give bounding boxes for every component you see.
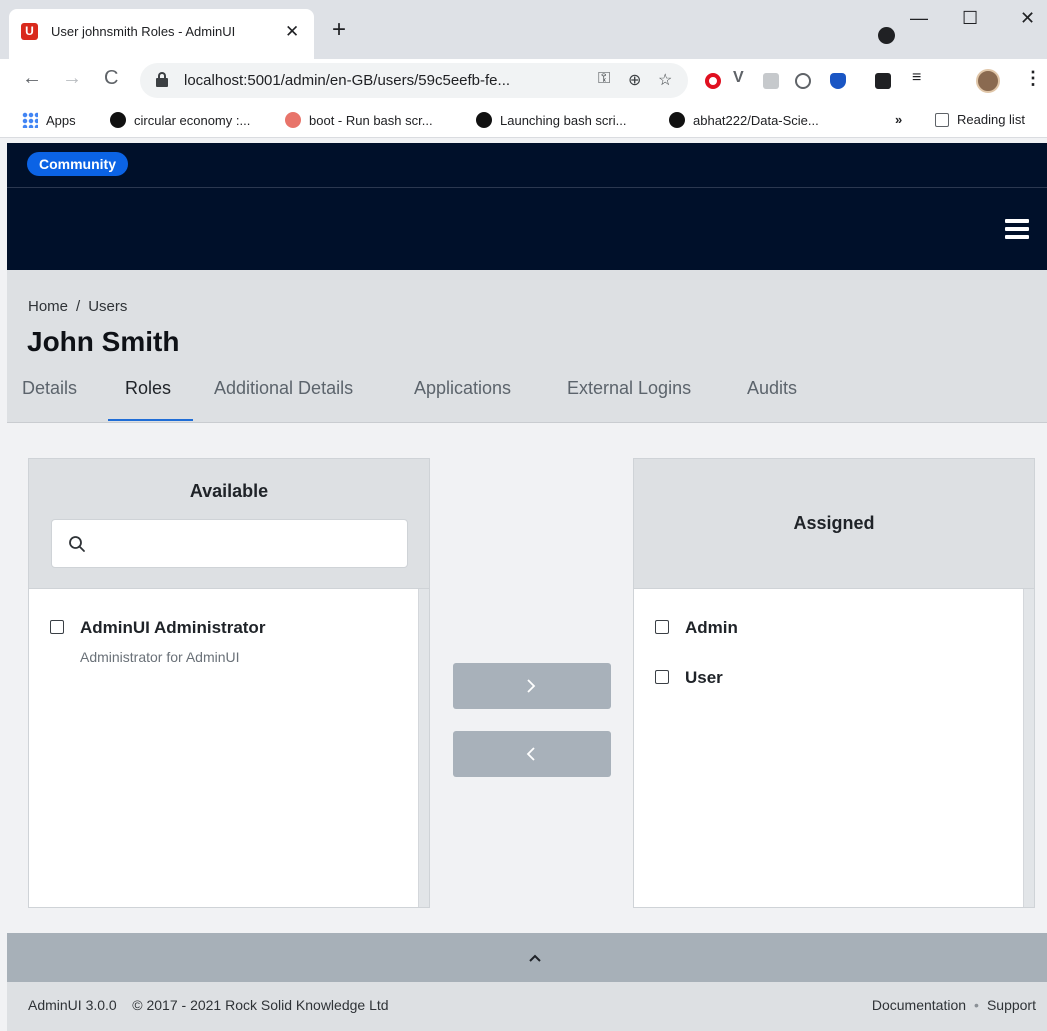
app-topbar: Community bbox=[7, 143, 1047, 188]
extension-icon[interactable] bbox=[795, 73, 811, 89]
opera-extension-icon[interactable] bbox=[705, 73, 721, 89]
assigned-roles-panel: Assigned Admin User bbox=[633, 458, 1035, 908]
role-label: User bbox=[685, 668, 723, 687]
breadcrumb-users-link[interactable]: Users bbox=[88, 298, 127, 315]
browser-toolbar: ← → C localhost:5001/admin/en-GB/users/5… bbox=[0, 59, 1047, 102]
minimize-button[interactable]: — bbox=[910, 8, 928, 29]
assigned-panel-header: Assigned bbox=[634, 459, 1034, 589]
vue-devtools-icon[interactable]: V bbox=[733, 69, 749, 86]
back-arrow-icon[interactable]: ← bbox=[22, 67, 42, 90]
tab-roles[interactable]: Roles bbox=[125, 378, 171, 399]
role-description: Administrator for AdminUI bbox=[80, 649, 240, 665]
reading-mode-icon[interactable]: ≡ bbox=[912, 69, 928, 86]
page-header: Home / Users John Smith Details Roles Addi… bbox=[7, 270, 1047, 423]
close-window-button[interactable]: ✕ bbox=[1020, 8, 1035, 29]
avatar[interactable] bbox=[976, 69, 1000, 93]
role-checkbox[interactable] bbox=[655, 620, 669, 634]
forward-arrow-icon[interactable]: → bbox=[62, 67, 82, 90]
chevron-right-icon bbox=[527, 679, 536, 693]
reading-list-button[interactable]: Reading list bbox=[935, 112, 1025, 127]
app-navbar bbox=[7, 188, 1047, 270]
footer-links: Documentation • Support bbox=[872, 997, 1036, 1013]
reading-list-icon bbox=[935, 113, 949, 127]
documentation-link[interactable]: Documentation bbox=[872, 997, 966, 1013]
page-title: John Smith bbox=[27, 326, 180, 357]
stackoverflow-icon bbox=[285, 112, 301, 128]
zoom-icon[interactable]: ⊕ bbox=[628, 70, 641, 90]
tab-details[interactable]: Details bbox=[22, 378, 77, 399]
search-input[interactable] bbox=[96, 520, 396, 567]
role-label: Admin bbox=[685, 618, 738, 637]
lock-icon bbox=[156, 72, 168, 87]
footer-info: AdminUI 3.0.0 © 2017 - 2021 Rock Solid K… bbox=[28, 997, 389, 1013]
scrollbar[interactable] bbox=[418, 589, 429, 907]
browser-tab[interactable]: U User johnsmith Roles - AdminUI ✕ bbox=[9, 9, 314, 59]
github-icon bbox=[669, 112, 685, 128]
role-checkbox[interactable] bbox=[50, 620, 64, 634]
assigned-title: Assigned bbox=[793, 513, 875, 533]
unassign-role-button[interactable] bbox=[453, 731, 611, 777]
assign-role-button[interactable] bbox=[453, 663, 611, 709]
extension-icon[interactable] bbox=[763, 73, 779, 89]
footer-separator: • bbox=[974, 997, 979, 1013]
address-bar[interactable]: localhost:5001/admin/en-GB/users/59c5eef… bbox=[140, 63, 688, 98]
adminui-favicon-icon: U bbox=[21, 23, 38, 40]
bookmark-apps[interactable]: Apps bbox=[22, 112, 76, 128]
key-icon[interactable]: ⚿ bbox=[598, 70, 610, 88]
tab-additional-details[interactable]: Additional Details bbox=[214, 378, 353, 399]
bookmarks-bar: Apps circular economy :... boot - Run ba… bbox=[0, 102, 1047, 138]
tab-audits[interactable]: Audits bbox=[747, 378, 797, 399]
copyright-text: © 2017 - 2021 Rock Solid Knowledge Ltd bbox=[132, 997, 389, 1013]
chevron-up-icon bbox=[529, 954, 541, 962]
scrollbar[interactable] bbox=[1023, 589, 1034, 907]
bookmark-item[interactable]: boot - Run bash scr... bbox=[285, 112, 433, 128]
tab-applications[interactable]: Applications bbox=[414, 378, 511, 399]
notion-icon bbox=[110, 112, 126, 128]
breadcrumb-home-link[interactable]: Home bbox=[28, 298, 68, 315]
footer: AdminUI 3.0.0 © 2017 - 2021 Rock Solid K… bbox=[7, 982, 1047, 1031]
available-title: Available bbox=[189, 481, 269, 501]
active-tab-indicator bbox=[108, 419, 193, 421]
tab-close-icon[interactable]: ✕ bbox=[285, 22, 299, 42]
edition-badge: Community bbox=[27, 152, 128, 176]
search-icon bbox=[69, 536, 85, 552]
bookmark-item[interactable]: circular economy :... bbox=[110, 112, 250, 128]
breadcrumb-separator: / bbox=[76, 298, 81, 315]
reload-icon[interactable]: C bbox=[104, 67, 118, 90]
support-link[interactable]: Support bbox=[987, 997, 1036, 1013]
chevron-left-icon bbox=[526, 747, 535, 761]
version-text: AdminUI 3.0.0 bbox=[28, 997, 117, 1013]
role-label: AdminUI Administrator bbox=[80, 618, 266, 637]
bookmark-star-icon[interactable]: ☆ bbox=[658, 70, 672, 90]
available-panel-header: Available bbox=[29, 459, 429, 589]
bookmark-item[interactable]: abhat222/Data-Scie... bbox=[669, 112, 819, 128]
tab-external-logins[interactable]: External Logins bbox=[567, 378, 691, 399]
footer-collapse-bar[interactable] bbox=[7, 933, 1047, 982]
github-icon bbox=[476, 112, 492, 128]
apps-grid-icon bbox=[22, 112, 38, 128]
url-text: localhost:5001/admin/en-GB/users/59c5eef… bbox=[184, 72, 511, 89]
role-search-box bbox=[51, 519, 408, 568]
maximize-button[interactable]: ☐ bbox=[962, 8, 978, 29]
bookmark-item[interactable]: Launching bash scri... bbox=[476, 112, 626, 128]
breadcrumb: Home / Users bbox=[28, 298, 127, 315]
profile-dot-icon[interactable] bbox=[878, 27, 895, 44]
available-roles-panel: Available AdminUI Administrator Administ… bbox=[28, 458, 430, 908]
browser-menu-icon[interactable]: ⋮ bbox=[1024, 68, 1042, 88]
new-tab-button[interactable]: + bbox=[332, 18, 346, 42]
browser-tab-title: User johnsmith Roles - AdminUI bbox=[51, 24, 236, 39]
bookmarks-more-button[interactable]: » bbox=[895, 112, 902, 127]
hamburger-menu-icon[interactable] bbox=[1005, 219, 1029, 239]
browser-tabstrip: U User johnsmith Roles - AdminUI ✕ + — ☐… bbox=[0, 0, 1047, 59]
role-checkbox[interactable] bbox=[655, 670, 669, 684]
extensions-puzzle-icon[interactable] bbox=[875, 73, 891, 89]
shield-extension-icon[interactable] bbox=[830, 73, 846, 89]
